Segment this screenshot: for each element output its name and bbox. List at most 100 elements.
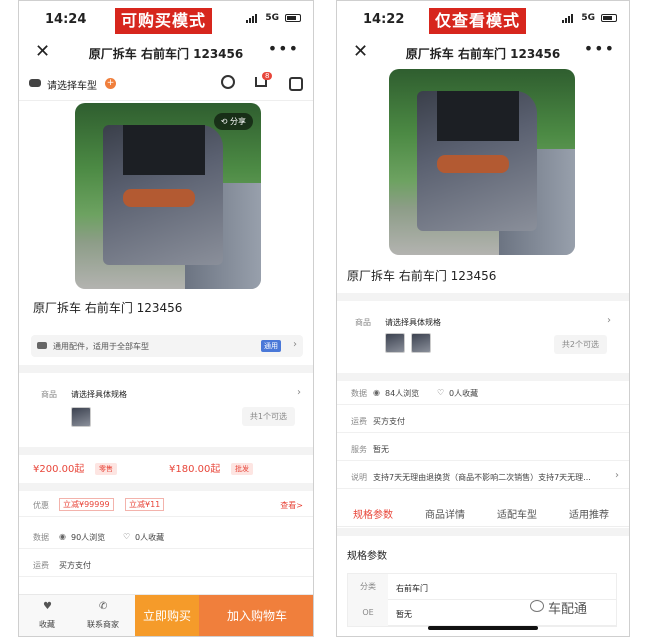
signal-icon: [246, 14, 257, 23]
chevron-right-icon: ›: [607, 315, 611, 326]
freight-value: 买方支付: [373, 417, 405, 426]
views-count: 90人浏览: [71, 533, 106, 542]
universal-tag: 通用: [261, 340, 281, 352]
data-label: 数据: [351, 389, 367, 398]
views-count: 84人浏览: [385, 389, 420, 398]
wholesale-tag: 批发: [231, 463, 253, 475]
table-cell-value: 右前车门: [396, 584, 428, 593]
add-to-cart-button[interactable]: 加入购物车: [199, 595, 313, 636]
contact-seller-button[interactable]: 联系商家: [87, 619, 119, 630]
freight-row: 运费 买方支付: [337, 409, 629, 433]
battery-icon: [601, 14, 617, 22]
freight-label: 运费: [351, 417, 367, 426]
spec-text: 请选择具体规格: [71, 390, 127, 399]
phone-screen-purchase-mode: 14:24 5G 可购买模式 ✕ 原厂拆车 右前车门 123456 ••• 请选…: [18, 0, 314, 637]
heart-icon: ♡: [437, 388, 445, 397]
divider: [337, 373, 629, 381]
table-cell-key: 分类: [348, 574, 388, 600]
spec-label: 商品: [355, 318, 371, 327]
divider: [19, 447, 313, 455]
promo-label: 优惠: [33, 501, 49, 510]
coupon-tag: 立减¥11: [125, 498, 165, 511]
wechat-icon: [530, 600, 544, 612]
view-coupons-link[interactable]: 查看>: [280, 500, 303, 511]
params-title: 规格参数: [347, 551, 387, 562]
signal-icon: [562, 14, 573, 23]
cart-count-badge: 8: [262, 72, 273, 80]
more-icon[interactable]: •••: [584, 39, 615, 58]
chevron-right-icon: ›: [615, 470, 619, 481]
detail-tabs: 规格参数 商品详情 适配车型 适用推荐: [337, 497, 629, 527]
heart-icon: ♡: [123, 532, 131, 541]
action-bar: ♥ 收藏 ✆ 联系商家 立即购买 加入购物车: [19, 594, 313, 636]
spec-thumbnail[interactable]: [71, 407, 91, 427]
car-icon: [29, 79, 41, 87]
wholesale-price: ¥180.00起: [169, 464, 221, 475]
description-value: 支持7天无理由退换货（商品不影响二次销售）支持7天无理...: [373, 473, 591, 482]
tab-recommendations[interactable]: 适用推荐: [569, 506, 609, 521]
car-icon: [37, 342, 47, 349]
freight-value: 买方支付: [59, 561, 91, 570]
table-cell-value: 暂无: [396, 610, 412, 619]
home-icon[interactable]: [289, 77, 303, 91]
table-cell-key: OE: [348, 600, 388, 626]
spec-selector[interactable]: 商品 请选择具体规格 › 共2个可选: [337, 301, 629, 373]
plus-icon[interactable]: +: [105, 78, 116, 89]
phone-screen-view-only-mode: 14:22 5G 仅查看模式 ✕ 原厂拆车 右前车门 123456 ••• 原厂…: [336, 0, 630, 637]
freight-label: 运费: [33, 561, 49, 570]
chevron-right-icon: ›: [297, 387, 301, 398]
spec-thumbnail[interactable]: [385, 333, 405, 353]
service-value: 暂无: [373, 445, 389, 454]
service-row: 服务 暂无: [337, 437, 629, 461]
retail-price: ¥200.00起: [33, 464, 85, 475]
battery-icon: [285, 14, 301, 22]
nav-bar: ✕ 原厂拆车 右前车门 123456 •••: [337, 37, 629, 69]
product-image[interactable]: ⟲ 分享: [75, 103, 261, 289]
more-icon[interactable]: •••: [268, 39, 299, 58]
heart-icon[interactable]: ♥: [43, 601, 52, 612]
spec-label: 商品: [41, 390, 57, 399]
share-button[interactable]: ⟲ 分享: [213, 113, 253, 130]
spec-available-count: 共2个可选: [553, 335, 607, 354]
spec-thumbnail[interactable]: [411, 333, 431, 353]
chevron-right-icon: ›: [293, 339, 297, 350]
tab-compatible-models[interactable]: 适配车型: [497, 506, 537, 521]
mode-badge: 仅查看模式: [429, 8, 527, 34]
product-image[interactable]: [389, 69, 575, 255]
toolbar: 请选择车型 + 8: [19, 69, 313, 101]
favorites-count: 0人收藏: [449, 389, 479, 398]
tab-details[interactable]: 商品详情: [425, 506, 465, 521]
favorite-button[interactable]: 收藏: [39, 619, 55, 630]
network-label: 5G: [581, 13, 595, 23]
select-model-button[interactable]: 请选择车型: [47, 77, 97, 92]
product-title: 原厂拆车 右前车门 123456: [347, 269, 497, 283]
table-row: 分类 右前车门: [348, 574, 616, 600]
status-time: 14:22: [363, 12, 405, 27]
description-row[interactable]: 说明 支持7天无理由退换货（商品不影响二次销售）支持7天无理... ›: [337, 465, 629, 489]
coupon-tag: 立减¥99999: [59, 498, 114, 511]
watermark: 车配通: [548, 602, 588, 617]
promo-row[interactable]: 优惠 立减¥99999 立减¥11 查看>: [19, 493, 313, 517]
retail-tag: 零售: [95, 463, 117, 475]
divider: [337, 528, 629, 536]
eye-icon: ◉: [373, 388, 380, 397]
status-time: 14:24: [45, 12, 87, 27]
fitment-text: 通用配件，适用于全部车型: [53, 342, 149, 351]
mode-badge: 可购买模式: [115, 8, 213, 34]
spec-text: 请选择具体规格: [385, 318, 441, 327]
home-indicator: [428, 626, 538, 630]
tab-specs[interactable]: 规格参数: [353, 506, 393, 521]
network-label: 5G: [265, 13, 279, 23]
freight-row: 运费 买方支付: [19, 553, 313, 577]
divider: [19, 365, 313, 373]
description-label: 说明: [351, 473, 367, 482]
spec-selector[interactable]: 商品 请选择具体规格 › 共1个可选: [19, 373, 313, 445]
fitment-bar[interactable]: 通用配件，适用于全部车型 通用 ›: [31, 335, 303, 357]
service-label: 服务: [351, 445, 367, 454]
divider: [19, 483, 313, 491]
divider: [337, 293, 629, 301]
search-icon[interactable]: [221, 75, 235, 89]
data-label: 数据: [33, 533, 49, 542]
phone-icon[interactable]: ✆: [99, 601, 107, 612]
buy-now-button[interactable]: 立即购买: [135, 595, 199, 636]
